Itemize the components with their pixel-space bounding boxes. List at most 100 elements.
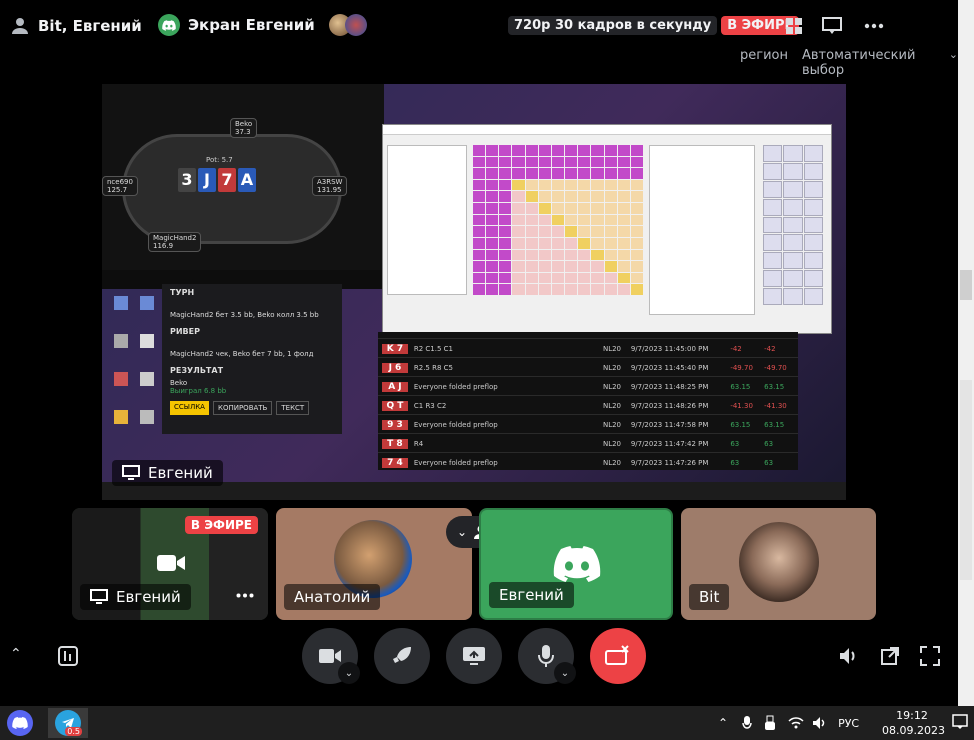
flopzilla-grid-cell xyxy=(512,214,525,226)
flopzilla-grid-cell xyxy=(591,168,604,179)
flopzilla-grid-cell xyxy=(499,261,512,272)
flopzilla-grid-cell xyxy=(473,284,486,295)
date-text: 9/7/2023 11:47:42 PM xyxy=(630,439,709,448)
flopzilla-grid-cell xyxy=(538,249,551,261)
flopzilla-grid-cell xyxy=(551,214,565,226)
hand-replay-panel: ТУРН MagicHand2 бет 3.5 bb, Beko колл 3.… xyxy=(162,284,342,434)
taskbar-clock[interactable]: 19:12 08.09.2023 xyxy=(882,708,945,738)
flopzilla-grid-cell xyxy=(604,284,617,295)
table-row[interactable]: A J Everyone folded preflop NL20 9/7/2023 1… xyxy=(378,376,798,396)
tray-overflow-icon[interactable]: ⌃ xyxy=(718,716,728,730)
action-text: Everyone folded preflop xyxy=(413,420,498,429)
collapse-up-button[interactable]: ⌃ xyxy=(10,646,28,664)
flopzilla-grid-cell xyxy=(512,145,525,156)
flopzilla-grid-cell xyxy=(630,156,643,168)
flopzilla-grid-cell xyxy=(604,156,617,168)
flopzilla-grid-cell xyxy=(591,284,604,295)
participant-tile-bit[interactable]: Bit xyxy=(681,508,876,620)
result-value: 63.15 xyxy=(764,420,785,429)
flopzilla-grid-cell xyxy=(538,214,551,226)
speaker-icon[interactable] xyxy=(812,716,828,730)
result-value: 63 xyxy=(730,458,740,467)
flopzilla-grid-cell xyxy=(551,179,565,191)
participant-tile-anatoly[interactable]: Анатолий xyxy=(276,508,472,620)
microphone-icon[interactable] xyxy=(742,715,752,731)
participant-tile-screen[interactable]: В ЭФИРЕ Евгений xyxy=(72,508,268,620)
hand-panel-actions: ССЫЛКА КОПИРОВАТЬ ТЕКСТ xyxy=(170,401,334,415)
result-value: 63.15 xyxy=(764,382,785,391)
player-name: MagicHand2 xyxy=(153,234,197,242)
table-row[interactable]: Q T C1 R3 C2 NL20 9/7/2023 11:48:26 PM -41.3… xyxy=(378,395,798,415)
activities-button[interactable] xyxy=(374,628,430,684)
flopzilla-grid-cell xyxy=(578,272,591,284)
table-row[interactable]: 7 4 Everyone folded preflop NL20 9/7/2023 1… xyxy=(378,452,798,472)
volume-button[interactable] xyxy=(838,646,858,670)
taskbar-telegram[interactable]: 0.5 xyxy=(48,708,88,738)
wifi-icon[interactable] xyxy=(788,716,804,730)
flopzilla-grid-cell xyxy=(551,272,565,284)
flopzilla-grid-cell xyxy=(565,272,578,284)
disconnect-button[interactable] xyxy=(590,628,646,684)
stake-text: NL20 xyxy=(602,363,621,372)
taskbar-discord[interactable] xyxy=(0,708,40,738)
table-row[interactable]: 9 3 Everyone folded preflop NL20 9/7/2023 1… xyxy=(378,414,798,434)
desktop-icon xyxy=(114,296,128,310)
share-screen-button[interactable] xyxy=(446,628,502,684)
board-card: 7 xyxy=(218,168,236,192)
flopzilla-grid-cell xyxy=(512,156,525,168)
microphone-options-button[interactable]: ⌄ xyxy=(554,662,576,684)
flopzilla-grid-cell xyxy=(565,156,578,168)
flopzilla-grid-cell xyxy=(617,237,630,249)
popout-chat-button[interactable] xyxy=(820,14,844,38)
telegram-unread-badge: 0.5 xyxy=(65,727,82,736)
participants-group[interactable]: Bit, Евгений xyxy=(10,16,142,36)
table-row[interactable]: T 8 R4 NL20 9/7/2023 11:47:42 PM 63 63 xyxy=(378,433,798,453)
flopzilla-card-cell xyxy=(803,162,823,180)
flopzilla-card-cell xyxy=(763,234,783,252)
link-button[interactable]: ССЫЛКА xyxy=(170,401,209,415)
date-text: 9/7/2023 11:45:00 PM xyxy=(630,344,709,353)
avatar xyxy=(739,522,819,602)
player-stack: 116.9 xyxy=(153,242,174,250)
hole-cards: K 7 xyxy=(382,343,408,354)
flopzilla-grid-cell xyxy=(473,191,486,203)
call-header: Bit, Евгений Экран Евгений 720p 30 кадро… xyxy=(0,0,958,52)
camera-options-button[interactable]: ⌄ xyxy=(338,662,360,684)
external-link-icon xyxy=(881,647,899,665)
region-selector[interactable]: регион Автоматический выбор ⌄ xyxy=(740,48,958,78)
table-row[interactable]: K 7 R2 C1.5 C1 NL20 9/7/2023 11:45:00 PM -42… xyxy=(378,338,798,358)
flopzilla-grid-cell xyxy=(630,145,643,156)
flopzilla-grid-cell xyxy=(525,237,538,249)
action-text: Everyone folded preflop xyxy=(413,458,498,467)
participant-tile-evgeny[interactable]: Евгений xyxy=(479,508,673,620)
grid-view-button[interactable] xyxy=(782,14,806,38)
table-row[interactable]: J 6 R2.5 R8 C5 NL20 9/7/2023 11:45:40 PM -49… xyxy=(378,357,798,377)
flopzilla-card-cell xyxy=(783,252,803,270)
result-winner: Beko xyxy=(170,379,188,387)
fullscreen-button[interactable] xyxy=(920,646,940,670)
microphone-icon xyxy=(538,645,554,667)
flopzilla-grid-cell xyxy=(473,168,486,179)
popout-button[interactable] xyxy=(880,646,900,670)
flopzilla-grid-cell xyxy=(512,284,525,295)
chevron-down-icon: ⌄ xyxy=(948,48,958,61)
stake-text: NL20 xyxy=(602,401,621,410)
text-button[interactable]: ТЕКСТ xyxy=(276,401,310,415)
language-indicator[interactable]: РУС xyxy=(838,717,859,730)
desktop-icon xyxy=(114,410,128,424)
copy-button[interactable]: КОПИРОВАТЬ xyxy=(212,401,273,415)
notifications-button[interactable] xyxy=(952,714,968,734)
tile-more-button[interactable] xyxy=(236,583,254,602)
flopzilla-grid-cell xyxy=(591,191,604,203)
soundboard-button[interactable] xyxy=(58,646,78,670)
usb-icon[interactable] xyxy=(764,715,776,731)
screen-share-title: Экран Евгений xyxy=(188,16,315,34)
owner-name: Евгений xyxy=(148,464,213,482)
flopzilla-grid-cell xyxy=(551,168,565,179)
more-options-button[interactable] xyxy=(862,14,886,38)
flopzilla-card-cell xyxy=(803,252,823,270)
flopzilla-card-cell xyxy=(763,288,783,305)
result-label: РЕЗУЛЬТАТ xyxy=(170,366,224,375)
main-screen-share[interactable]: Pot: 5.7 3 J 7 A Beko 37.3 nce690 125.7 A3… xyxy=(102,84,846,500)
chat-icon xyxy=(822,17,842,34)
